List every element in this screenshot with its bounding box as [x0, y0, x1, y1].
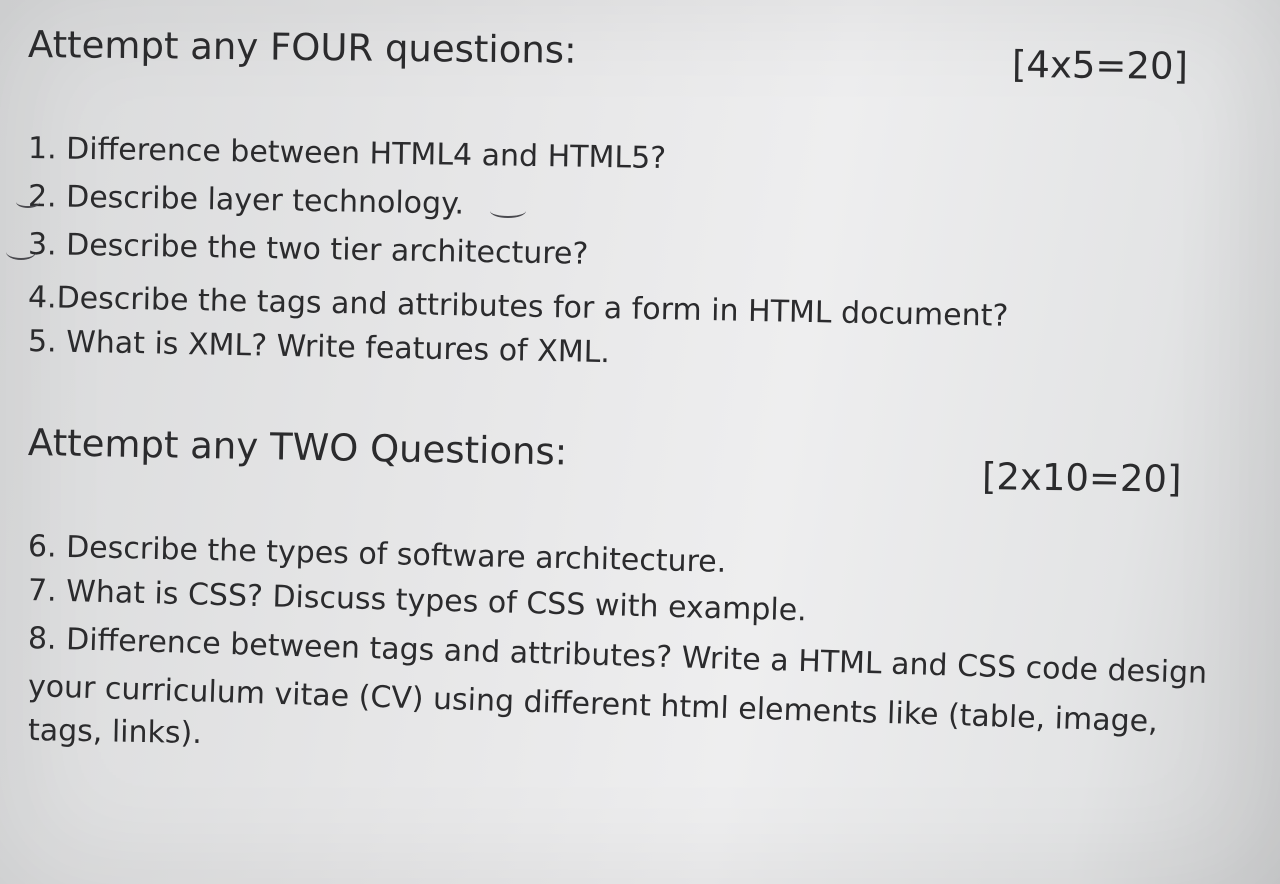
question-8-continued-2: tags, links).	[27, 713, 203, 752]
section-b-marks: [2x10=20]	[981, 455, 1182, 501]
pen-mark-q2	[16, 196, 40, 208]
pen-mark-q3	[6, 244, 36, 260]
question-7: 7. What is CSS? Discuss types of CSS wit…	[27, 573, 808, 629]
pen-mark-q2-end	[490, 204, 526, 218]
section-a-heading: Attempt any FOUR questions:	[27, 23, 577, 72]
section-a-marks: [4x5=20]	[1011, 43, 1189, 88]
question-2: 2. Describe layer technology.	[27, 179, 465, 222]
exam-paper: Attempt any FOUR questions: [4x5=20] 1. …	[0, 0, 1280, 884]
question-4: 4.Describe the tags and attributes for a…	[27, 280, 1009, 334]
question-6: 6. Describe the types of software archit…	[27, 529, 727, 580]
section-b-heading: Attempt any TWO Questions:	[27, 421, 568, 474]
question-3: 3. Describe the two tier architecture?	[27, 227, 589, 272]
question-5: 5. What is XML? Write features of XML.	[27, 324, 611, 371]
question-1: 1. Difference between HTML4 and HTML5?	[27, 131, 667, 177]
